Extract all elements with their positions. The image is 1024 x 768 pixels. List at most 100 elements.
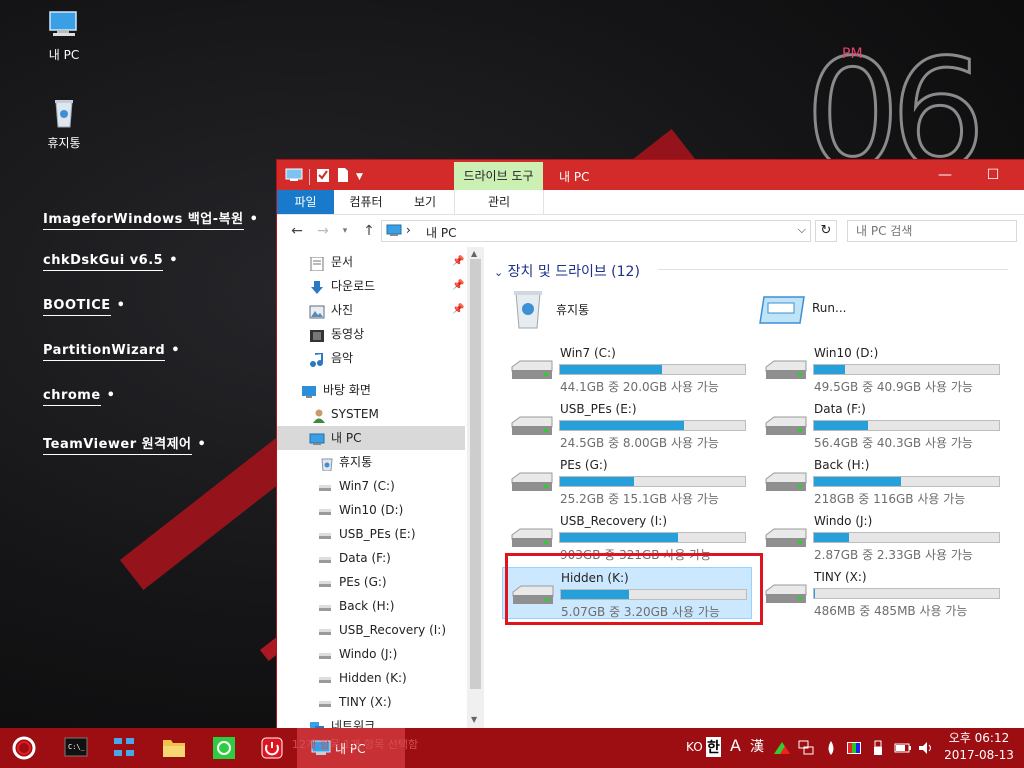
up-arrow-icon[interactable]: ↑ [361,223,377,239]
minimize-button[interactable]: — [922,160,968,190]
input-mode[interactable]: A [730,736,741,755]
nav-item-recycle-bin[interactable]: 휴지통 [277,450,465,474]
desktop-shortcut-partitionwizard[interactable]: PartitionWizard • [43,343,180,361]
battery-icon[interactable] [894,740,912,759]
item-recycle-bin[interactable]: 휴지통 [502,287,752,339]
breadcrumb-separator[interactable]: › [406,223,411,237]
scroll-up-icon[interactable]: ▲ [471,249,477,258]
input-language[interactable]: KO [686,740,703,754]
drive-usage-bar [559,476,746,487]
terminal-icon: C:\_ [64,737,88,757]
network-icon[interactable] [798,740,814,759]
search-input[interactable] [848,221,1016,241]
tab-view[interactable]: 보기 [397,190,453,214]
drive-tile[interactable]: Back (H:) 218GB 중 116GB 사용 가능 [756,455,1006,507]
pictures-icon [309,303,325,319]
taskbar-power[interactable] [252,732,292,764]
nav-scrollbar[interactable]: ▲ ▼ [467,247,484,728]
title-bar[interactable]: ▼ 드라이브 도구 내 PC — ☐ [277,160,1024,190]
content-pane: ⌄ 장치 및 드라이브 (12) 휴지통 Run... Win7 (C:) 44.… [484,247,1024,728]
start-button[interactable] [4,732,44,764]
nav-item-system-user[interactable]: SYSTEM [277,402,465,426]
nav-item-drive[interactable]: PEs (G:) [277,570,465,594]
properties-icon[interactable] [316,167,330,186]
drive-tile[interactable]: Win10 (D:) 49.5GB 중 40.9GB 사용 가능 [756,343,1006,395]
nav-item-drive[interactable]: TINY (X:) [277,690,465,714]
nav-item-documents[interactable]: 문서 📌 [277,250,465,274]
nav-item-drive[interactable]: Win7 (C:) [277,474,465,498]
drive-tile[interactable]: TINY (X:) 486MB 중 485MB 사용 가능 [756,567,1006,619]
new-folder-icon[interactable] [336,167,350,186]
nav-item-drive[interactable]: Hidden (K:) [277,666,465,690]
back-arrow-icon[interactable]: ← [289,223,305,239]
tab-manage[interactable]: 관리 [454,190,544,214]
drive-usage-fill [814,533,850,542]
taskbar-network-tool[interactable] [104,732,144,764]
display-icon[interactable] [846,740,862,759]
group-header[interactable]: ⌄ 장치 및 드라이브 (12) [494,261,640,281]
nav-item-drive[interactable]: Win10 (D:) [277,498,465,522]
desktop-shortcut-chrome[interactable]: chrome • [43,388,115,406]
nav-item-music[interactable]: 음악 [277,346,465,370]
drive-icon [317,479,333,493]
usb-icon[interactable] [872,740,884,759]
desktop-shortcut-teamviewer[interactable]: TeamViewer 원격제어 • [43,433,206,455]
nav-item-this-pc[interactable]: 내 PC [277,426,465,450]
water-drop-icon[interactable] [824,740,838,759]
refresh-icon[interactable]: ↻ [815,220,837,242]
search-box[interactable] [847,220,1017,242]
taskbar-clock[interactable]: 오후 06:12 2017-08-13 [943,730,1015,764]
breadcrumb[interactable]: 내 PC [426,224,456,241]
nav-item-drive[interactable]: Data (F:) [277,546,465,570]
scrollbar-thumb[interactable] [470,259,481,689]
drive-usage-fill [814,365,846,374]
tray-app-icon[interactable] [774,740,790,759]
volume-icon[interactable] [918,740,936,759]
nav-item-downloads[interactable]: 다운로드 📌 [277,274,465,298]
collapse-chevron-icon[interactable]: ⌄ [494,266,503,279]
recent-locations-chevron-icon[interactable]: ▾ [337,223,353,239]
taskbar-cmd[interactable]: C:\_ [56,732,96,764]
drive-tile[interactable]: USB_PEs (E:) 24.5GB 중 8.00GB 사용 가능 [502,399,752,451]
desktop-icon-recycle-bin[interactable]: 휴지통 [24,96,104,151]
drive-tile[interactable]: Win7 (C:) 44.1GB 중 20.0GB 사용 가능 [502,343,752,395]
drive-tile[interactable]: PEs (G:) 25.2GB 중 15.1GB 사용 가능 [502,455,752,507]
desktop-shortcut-chkdskgui[interactable]: chkDskGui v6.5 • [43,253,178,271]
desktop-shortcut-imageforwindows[interactable]: ImageforWindows 백업-복원 • [43,208,258,230]
tab-computer[interactable]: 컴퓨터 [337,190,395,214]
nav-item-videos[interactable]: 동영상 [277,322,465,346]
computer-icon [309,431,325,445]
customize-qa-chevron-icon[interactable]: ▼ [356,172,363,182]
pin-icon[interactable]: 📌 [452,274,464,298]
address-dropdown-chevron-icon[interactable]: ⌵ [798,223,806,237]
nav-item-drive[interactable]: Windo (J:) [277,642,465,666]
wallpaper-clock-ampm: PM [842,46,863,62]
pin-icon[interactable]: 📌 [452,250,464,274]
tab-file[interactable]: 파일 [277,190,334,214]
nav-item-desktop[interactable]: 바탕 화면 [277,378,465,402]
nav-item-drive[interactable]: Back (H:) [277,594,465,618]
nav-item-drive[interactable]: USB_Recovery (I:) [277,618,465,642]
download-icon [309,279,325,294]
taskbar-file-explorer[interactable] [154,732,194,764]
hanja-mode[interactable]: 漢 [750,736,764,756]
ime-mode[interactable]: 한 [706,737,721,757]
scroll-down-icon[interactable]: ▼ [471,715,477,724]
drive-space-info: 486MB 중 485MB 사용 가능 [814,604,968,618]
maximize-button[interactable]: ☐ [970,160,1016,190]
item-run[interactable]: Run... [756,287,1006,339]
context-tab-drive-tools[interactable]: 드라이브 도구 [454,162,543,190]
drive-tile[interactable]: Data (F:) 56.4GB 중 40.3GB 사용 가능 [756,399,1006,451]
drive-icon [764,581,808,608]
address-field[interactable]: › 내 PC ⌵ [381,220,811,242]
taskbar-app-green[interactable] [204,732,244,764]
forward-arrow-icon[interactable]: → [315,223,331,239]
nav-item-network[interactable]: 네트워크 [277,714,465,728]
nav-item-drive[interactable]: USB_PEs (E:) [277,522,465,546]
desktop-shortcut-bootice[interactable]: BOOTICE • [43,298,125,316]
drive-tile[interactable]: Windo (J:) 2.87GB 중 2.33GB 사용 가능 [756,511,1006,563]
nav-item-pictures[interactable]: 사진 📌 [277,298,465,322]
desktop-icon-this-pc[interactable]: 내 PC [24,8,104,63]
drive-space-info: 2.87GB 중 2.33GB 사용 가능 [814,548,973,562]
pin-icon[interactable]: 📌 [452,298,464,322]
